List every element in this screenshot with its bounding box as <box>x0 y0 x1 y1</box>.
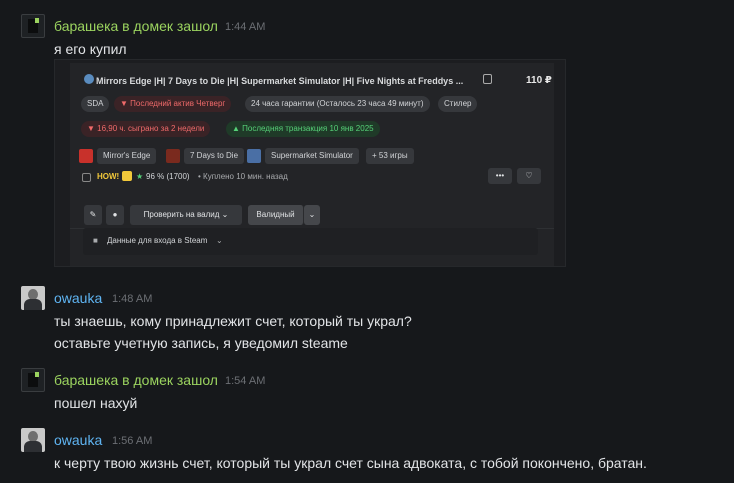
login-data-label: Данные для входа в Steam <box>107 236 208 245</box>
timestamp: 1:54 AM <box>225 375 266 387</box>
user-avatar[interactable] <box>21 14 45 38</box>
username[interactable]: owauka <box>54 432 102 448</box>
select-checkbox[interactable] <box>82 173 91 182</box>
listing-price: 110 ₽ <box>526 75 552 86</box>
username[interactable]: owauka <box>54 290 102 306</box>
supermarket-simulator-icon <box>247 149 261 163</box>
steam-icon <box>84 74 94 84</box>
user-avatar[interactable] <box>21 286 45 310</box>
username[interactable]: барашека в домек зашол <box>54 372 218 388</box>
valid-dropdown-button[interactable]: ⌄ <box>304 205 320 225</box>
check-valid-label: Проверить на валид <box>143 210 220 219</box>
7-days-to-die-icon <box>166 149 180 163</box>
listing-title: Mirrors Edge |H| 7 Days to Die |H| Super… <box>96 76 464 86</box>
edit-icon: ✎ <box>89 210 97 219</box>
username[interactable]: барашека в домек зашол <box>54 18 218 34</box>
check-valid-button[interactable]: Проверить на валид ⌄ <box>130 205 242 225</box>
tag-last-active-label: Последний актив Четверг <box>130 99 226 108</box>
timestamp: 1:44 AM <box>225 21 266 33</box>
star-icon: ★ <box>136 172 144 181</box>
steam-logo-icon: ● <box>112 210 118 219</box>
user-avatar[interactable] <box>21 428 45 452</box>
timestamp: 1:48 AM <box>112 293 153 305</box>
message-text: пошел нахуй <box>54 395 138 411</box>
tag-last-transaction: ▲ Последняя транзакция 10 янв 2025 <box>226 121 380 137</box>
tag-stealer: Стилер <box>438 96 478 112</box>
tag-hours-label: 16,90 ч. сыграно за 2 недели <box>97 124 205 133</box>
chevron-down-icon: ⌄ <box>216 236 223 245</box>
badge-icon <box>122 171 132 181</box>
tag-last-active: ▼ Последний актив Четверг <box>114 96 232 112</box>
message-text: оставьте учетную запись, я уведомил stea… <box>54 335 348 351</box>
user-avatar[interactable] <box>21 368 45 392</box>
login-data-row[interactable]: ■ Данные для входа в Steam ⌄ <box>83 228 538 255</box>
message-text: я его купил <box>54 41 127 57</box>
favorite-button[interactable]: ♡ <box>517 168 541 184</box>
edit-button[interactable]: ✎ <box>84 205 102 225</box>
steam-button[interactable]: ● <box>106 205 124 225</box>
heart-icon: ♡ <box>525 171 533 180</box>
game-chip-more[interactable]: + 53 игры <box>366 148 414 164</box>
seller-badge: HOW! <box>97 172 120 181</box>
bought-time-label: Куплено 10 мин. назад <box>203 172 288 181</box>
timestamp: 1:56 AM <box>112 435 153 447</box>
game-chip-3: Supermarket Simulator <box>265 148 359 164</box>
lock-icon: ■ <box>93 236 98 245</box>
message-text: к черту твою жизнь счет, который ты укра… <box>54 455 647 471</box>
listing-screenshot[interactable]: Mirrors Edge |H| 7 Days to Die |H| Super… <box>54 59 566 267</box>
bought-time: • Куплено 10 мин. назад <box>198 172 288 181</box>
valid-button[interactable]: Валидный <box>248 205 304 225</box>
more-button[interactable]: ••• <box>488 168 512 184</box>
tag-sda: SDA <box>81 96 110 112</box>
message-text: ты знаешь, кому принадлежит счет, которы… <box>54 313 412 329</box>
game-chip-2: 7 Days to Die <box>184 148 245 164</box>
tag-hours: ▼ 16,90 ч. сыграно за 2 недели <box>81 121 211 137</box>
tag-last-transaction-label: Последняя транзакция 10 янв 2025 <box>242 124 374 133</box>
chevron-down-icon: ⌄ <box>308 210 316 219</box>
tag-guarantee: 24 часа гарантии (Осталось 23 часа 49 ми… <box>245 96 430 112</box>
game-chip-1: Mirror's Edge <box>97 148 157 164</box>
seller-rating: 96 % (1700) <box>146 172 190 181</box>
mirrors-edge-icon <box>79 149 93 163</box>
bag-icon <box>483 74 492 84</box>
